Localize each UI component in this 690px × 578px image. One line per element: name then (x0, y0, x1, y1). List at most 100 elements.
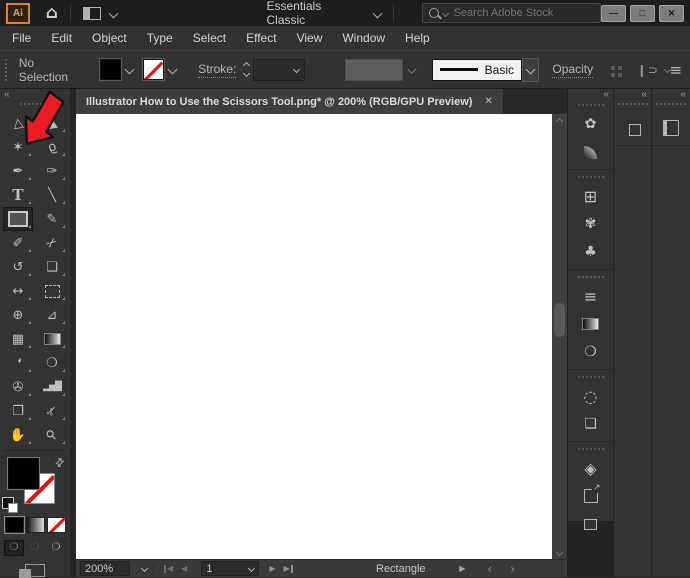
menu-file[interactable]: File (2, 26, 41, 50)
graphic-styles-panel-icon[interactable]: ❏ (568, 410, 613, 438)
rectangle-tool[interactable] (3, 207, 33, 231)
gradient-panel-icon[interactable] (568, 310, 613, 338)
collapse-panel-icon[interactable]: « (603, 89, 608, 100)
draw-inside-mode[interactable]: ❍ (46, 540, 66, 556)
zoom-tool[interactable]: ⚲ (37, 423, 67, 447)
shaper-tool[interactable]: ✐ (3, 231, 33, 255)
chevron-down-icon[interactable] (372, 8, 383, 18)
symbols-panel-icon[interactable]: ♣ (568, 238, 613, 266)
home-icon[interactable]: ⌂ (46, 4, 58, 22)
menu-edit[interactable]: Edit (41, 26, 82, 50)
slice-tool[interactable]: ✃ (37, 399, 67, 423)
pen-tool[interactable]: ✒ (3, 159, 33, 183)
vertical-scrollbar[interactable] (552, 114, 567, 559)
menu-select[interactable]: Select (183, 26, 236, 50)
menu-object[interactable]: Object (82, 26, 137, 50)
chevron-down-icon[interactable] (108, 8, 118, 18)
artboard-navigation-field[interactable]: 1 (201, 561, 260, 576)
chevron-down-icon[interactable] (441, 9, 449, 17)
line-segment-tool[interactable]: ╲ (37, 183, 67, 207)
workspace-switcher[interactable]: Essentials Classic (267, 0, 362, 27)
draw-normal-mode[interactable]: ❍ (4, 539, 24, 556)
mesh-tool[interactable]: ▦ (3, 327, 33, 351)
menu-view[interactable]: View (287, 26, 333, 50)
width-tool[interactable]: ↔ (3, 279, 33, 303)
next-artboard-button[interactable]: ▶ (269, 564, 275, 573)
hand-tool[interactable]: ✋ (3, 423, 33, 447)
panel-group-grip[interactable] (568, 441, 613, 454)
stroke-color-swatch[interactable] (143, 59, 165, 80)
scissors-tool[interactable]: ✂ (37, 231, 67, 255)
magic-wand-tool[interactable]: ✶ (3, 135, 33, 159)
minimize-button[interactable]: — (601, 4, 626, 22)
panel-grip[interactable] (20, 103, 50, 105)
change-screen-mode-button[interactable] (19, 563, 45, 578)
direct-selection-tool[interactable]: ▶ (37, 111, 67, 135)
type-tool[interactable]: T (3, 183, 33, 207)
menu-type[interactable]: Type (137, 26, 183, 50)
increment-icon[interactable] (243, 61, 251, 70)
chevron-down-icon[interactable] (167, 64, 178, 75)
shape-builder-tool[interactable]: ⊕ (3, 303, 33, 327)
artboard-tool[interactable]: ❐ (3, 399, 33, 423)
scrollbar-thumb[interactable] (554, 303, 565, 338)
style-grid-icon[interactable] (611, 65, 615, 70)
opacity-label[interactable]: Opacity (552, 62, 594, 78)
free-transform-tool[interactable] (37, 279, 67, 303)
first-artboard-button[interactable]: ◀ (164, 564, 173, 573)
panel-grip[interactable] (5, 58, 10, 81)
swap-fill-stroke-icon[interactable]: ⇄ (52, 455, 68, 471)
chevron-down-icon[interactable] (124, 64, 135, 75)
status-prev-icon[interactable]: ‹ (487, 563, 492, 575)
menu-window[interactable]: Window (332, 26, 395, 50)
menu-effect[interactable]: Effect (236, 26, 286, 50)
decrement-icon[interactable] (243, 69, 251, 78)
panel-group-grip[interactable] (568, 100, 613, 110)
fill-color-swatch[interactable] (100, 59, 122, 80)
last-artboard-button[interactable]: ▶ (283, 564, 293, 573)
artboards-panel-icon[interactable] (568, 510, 613, 538)
previous-artboard-button[interactable]: ◀ (181, 564, 187, 573)
arrange-documents-icon[interactable] (82, 6, 101, 20)
status-next-icon[interactable]: › (510, 563, 515, 575)
status-play-icon[interactable]: ▶ (459, 564, 465, 573)
stroke-weight-dropdown[interactable] (253, 58, 306, 81)
stroke-panel-icon[interactable]: ≡ (568, 282, 613, 310)
zoom-level-field[interactable]: 200% (80, 561, 130, 576)
collapse-panel-icon[interactable]: « (641, 89, 646, 100)
blend-tool[interactable]: ❍ (37, 351, 67, 375)
draw-behind-mode[interactable]: ❍ (25, 540, 45, 556)
search-input[interactable] (451, 6, 566, 20)
symbol-sprayer-tool[interactable]: ✇ (3, 375, 33, 399)
close-button[interactable]: ✕ (659, 4, 684, 22)
eyedropper-tool[interactable]: ❛ (3, 351, 33, 375)
scroll-down-button[interactable] (552, 545, 567, 559)
perspective-grid-tool[interactable]: ⊿ (37, 303, 67, 327)
color-panel-icon[interactable]: ✿ (568, 110, 613, 138)
chevron-down-icon[interactable] (248, 564, 256, 573)
stroke-weight-label[interactable]: Stroke: (198, 62, 237, 78)
panel-menu-icon[interactable]: ≡ (669, 61, 682, 79)
default-fill-stroke-icon[interactable] (2, 496, 18, 513)
none-button[interactable] (46, 516, 66, 533)
adobe-stock-search[interactable] (421, 3, 601, 23)
asset-export-panel-icon[interactable] (568, 482, 613, 510)
panel-group-grip[interactable] (568, 269, 613, 282)
zoom-dropdown-icon[interactable] (140, 564, 149, 573)
close-tab-icon[interactable]: ✕ (484, 96, 492, 107)
brush-definition-dropdown[interactable]: Basic (431, 58, 522, 81)
layers-panel-icon[interactable]: ◈ (568, 454, 613, 482)
panel-group-grip[interactable] (568, 369, 613, 382)
panel-3d-materials-icon[interactable] (614, 111, 651, 146)
appearance-panel-icon[interactable]: ◌ (568, 382, 613, 410)
maximize-button[interactable]: □ (630, 4, 655, 22)
gradient-tool[interactable] (37, 327, 67, 351)
lasso-tool[interactable]: ϱ (37, 135, 67, 159)
isolate-mode-icon[interactable]: ❙⊃ (637, 63, 659, 77)
gradient-button[interactable] (25, 516, 45, 533)
paintbrush-tool[interactable]: ✎ (37, 207, 67, 231)
stroke-weight-stepper[interactable] (243, 61, 251, 78)
color-button[interactable] (4, 516, 24, 533)
fill-proxy[interactable] (8, 458, 39, 489)
scrollbar-track[interactable] (552, 128, 567, 545)
